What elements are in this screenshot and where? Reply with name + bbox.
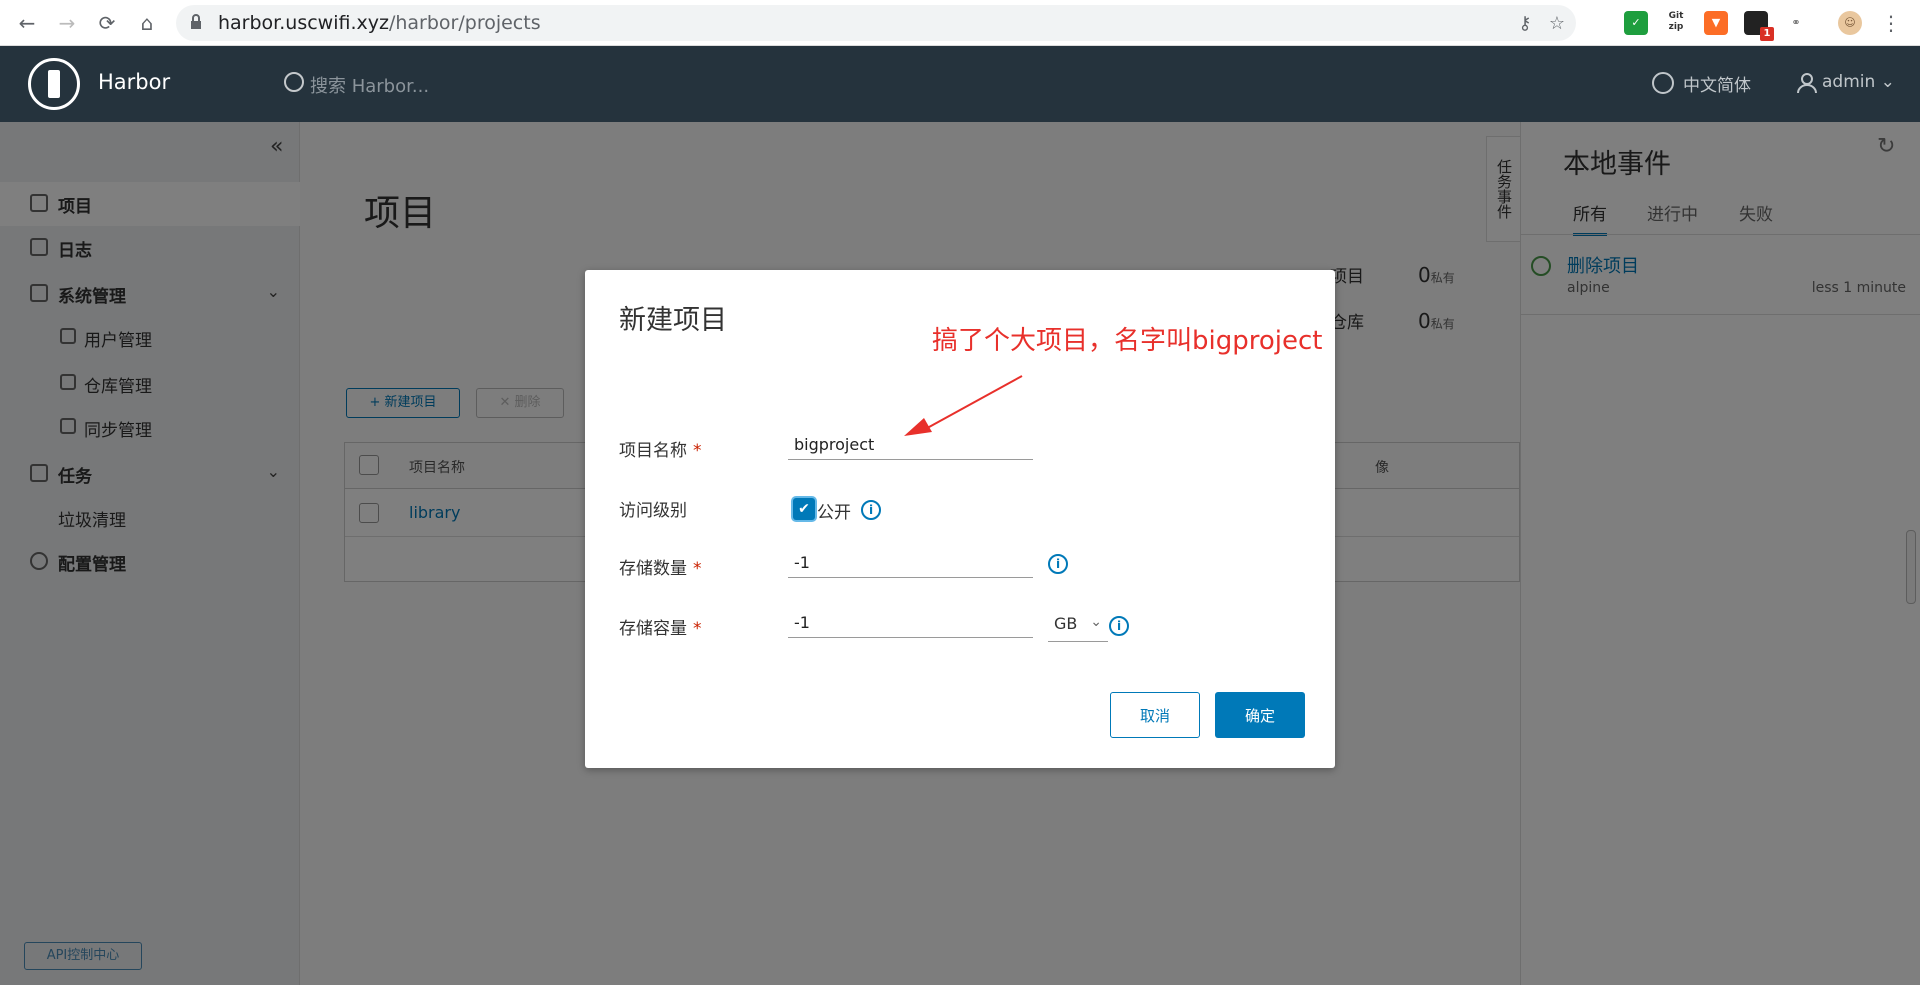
project-name-label: 项目名称 * [619, 441, 702, 461]
avatar[interactable]: ☺ [1838, 11, 1862, 35]
browser-toolbar: ← → ⟳ ⌂ harbor.uscwifi.xyz/harbor/projec… [0, 0, 1920, 46]
language-switch[interactable]: 中文简体 [1683, 71, 1751, 96]
info-icon[interactable]: i [1048, 554, 1068, 574]
capacity-quota-label: 存储容量 * [619, 619, 702, 639]
gitlab-extension-icon[interactable]: ▼ [1704, 11, 1728, 35]
search-input[interactable]: 搜索 Harbor... [310, 72, 429, 98]
info-icon[interactable]: i [861, 500, 881, 520]
menu-icon[interactable]: ⋮ [1878, 10, 1904, 36]
capacity-quota-input[interactable] [788, 608, 1033, 638]
globe-icon [1652, 72, 1674, 94]
access-level-label: 访问级别 [619, 501, 687, 521]
public-checkbox[interactable]: ✔ [793, 498, 815, 520]
ok-button[interactable]: 确定 [1215, 692, 1305, 738]
address-bar[interactable]: harbor.uscwifi.xyz/harbor/projects ⚷ ☆ [176, 5, 1576, 41]
user-menu[interactable]: admin ⌄ [1822, 72, 1895, 92]
star-icon[interactable]: ☆ [1546, 13, 1568, 35]
home-icon[interactable]: ⌂ [134, 10, 160, 36]
search-icon [284, 72, 304, 92]
bike-extension-icon[interactable]: ⚭ [1784, 11, 1808, 35]
app-name[interactable]: Harbor [98, 70, 170, 94]
capacity-unit-select[interactable]: GB ⌄ [1048, 610, 1108, 642]
extension-icon[interactable]: 1 [1744, 11, 1774, 41]
dialog-title: 新建项目 [619, 305, 727, 336]
app-header: Harbor 搜索 Harbor... 中文简体 admin ⌄ [0, 46, 1920, 122]
count-quota-input[interactable] [788, 548, 1033, 578]
public-label: 公开 [817, 503, 851, 523]
count-quota-label: 存储数量 * [619, 559, 702, 579]
url-text: harbor.uscwifi.xyz/harbor/projects [218, 12, 541, 34]
reload-icon[interactable]: ⟳ [94, 10, 120, 36]
cancel-button[interactable]: 取消 [1110, 692, 1200, 738]
shield-extension-icon[interactable]: ✓ [1624, 11, 1648, 35]
harbor-logo-icon[interactable] [28, 58, 80, 110]
info-icon[interactable]: i [1109, 616, 1129, 636]
annotation-arrow-icon [904, 375, 1023, 436]
forward-icon[interactable]: → [54, 10, 80, 36]
annotation-text: 搞了个大项目，名字叫bigproject [932, 326, 1323, 356]
key-icon[interactable]: ⚷ [1514, 13, 1536, 35]
chevron-down-icon: ⌄ [1090, 614, 1102, 630]
gitzip-extension-icon[interactable]: Git zip [1664, 11, 1688, 35]
lock-icon [191, 14, 201, 29]
user-icon [1797, 73, 1817, 94]
back-icon[interactable]: ← [14, 10, 40, 36]
extension-badge: 1 [1760, 27, 1774, 41]
